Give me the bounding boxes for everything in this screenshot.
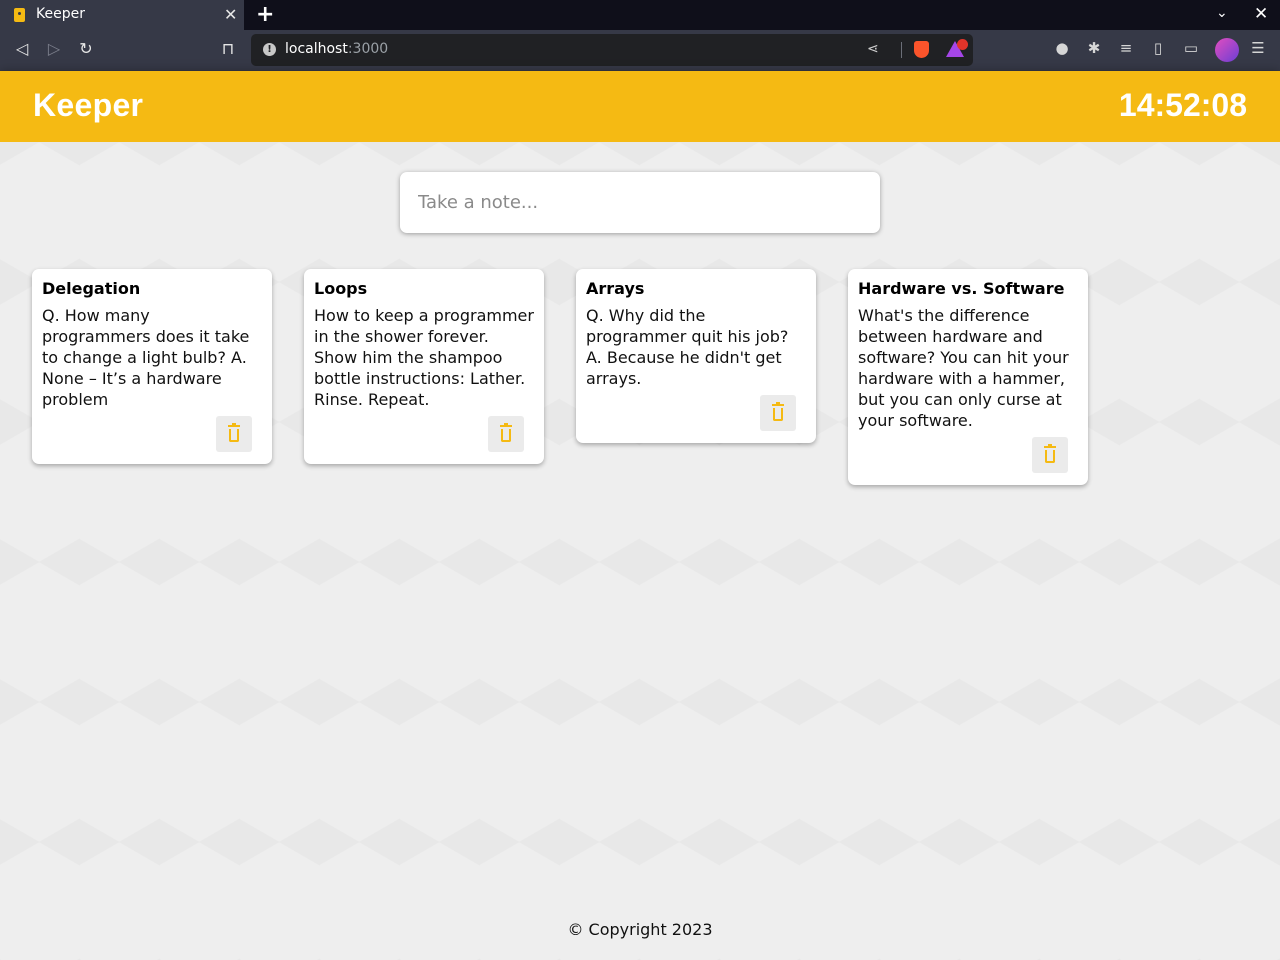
window-close-icon[interactable]: ✕	[1254, 4, 1268, 24]
note-title: Loops	[314, 279, 368, 298]
note-content: Q. How many programmers does it take to …	[42, 306, 250, 409]
forward-icon[interactable]: ▷	[44, 39, 64, 58]
new-tab-button[interactable]: +	[256, 2, 274, 27]
clock: 14:52:08	[1118, 87, 1247, 123]
trash-icon	[772, 402, 784, 422]
reload-icon[interactable]: ↻	[76, 39, 96, 58]
keeper-favicon-icon	[14, 8, 25, 22]
url-divider	[901, 42, 902, 58]
app-header: Keeper 14:52:08	[0, 71, 1280, 142]
info-icon[interactable]: !	[263, 43, 276, 56]
share-icon[interactable]: ⋖	[867, 41, 879, 57]
delete-button[interactable]	[1032, 437, 1068, 473]
trash-icon	[228, 423, 240, 443]
browser-toolbar: ◁ ▷ ↻ ⊓ ! localhost:3000 ⋖ ● ✱ ≡ ▯ ▭ ☰	[0, 30, 1280, 71]
copyright-text: © Copyright 2023	[567, 920, 713, 939]
note-card: Delegation Q. How many programmers does …	[32, 269, 272, 464]
note-card: Hardware vs. Software What's the differe…	[848, 269, 1088, 485]
sidebar-icon[interactable]: ▯	[1147, 39, 1169, 57]
browser-tab[interactable]: Keeper ✕	[0, 0, 244, 30]
delete-button[interactable]	[760, 395, 796, 431]
tab-search-chevron-icon[interactable]: ⌄	[1216, 5, 1228, 21]
tab-title: Keeper	[36, 6, 85, 22]
note-title: Hardware vs. Software	[858, 279, 1065, 298]
note-content: How to keep a programmer in the shower f…	[314, 306, 534, 409]
bookmark-icon[interactable]: ⊓	[218, 39, 238, 58]
note-input[interactable]	[400, 172, 880, 233]
rewards-badge	[957, 39, 968, 50]
trash-icon	[500, 423, 512, 443]
footer: © Copyright 2023	[0, 920, 1280, 939]
delete-button[interactable]	[216, 416, 252, 452]
playlist-icon[interactable]: ≡	[1115, 39, 1137, 57]
extensions-icon[interactable]: ✱	[1083, 39, 1105, 57]
page-background	[0, 142, 1280, 960]
back-icon[interactable]: ◁	[12, 39, 32, 58]
menu-icon[interactable]: ☰	[1247, 39, 1269, 57]
trash-icon	[1044, 444, 1056, 464]
vpn-icon[interactable]: ●	[1051, 39, 1073, 57]
app-title: Keeper	[33, 87, 144, 123]
wallet-icon[interactable]: ▭	[1180, 39, 1202, 57]
note-content: Q. Why did the programmer quit his job? …	[586, 306, 789, 388]
note-title: Delegation	[42, 279, 141, 298]
delete-button[interactable]	[488, 416, 524, 452]
note-title: Arrays	[586, 279, 645, 298]
brave-shield-icon[interactable]	[914, 41, 929, 58]
address-bar[interactable]: ! localhost:3000 ⋖	[251, 34, 973, 66]
profile-avatar[interactable]	[1215, 38, 1239, 62]
tab-close-icon[interactable]: ✕	[224, 5, 237, 24]
note-card: Loops How to keep a programmer in the sh…	[304, 269, 544, 464]
note-card: Arrays Q. Why did the programmer quit hi…	[576, 269, 816, 443]
browser-tab-bar: Keeper ✕ + ⌄ ✕	[0, 0, 1280, 30]
note-content: What's the difference between hardware a…	[858, 306, 1069, 430]
create-note-form	[400, 172, 880, 233]
url-text[interactable]: localhost:3000	[285, 41, 388, 57]
